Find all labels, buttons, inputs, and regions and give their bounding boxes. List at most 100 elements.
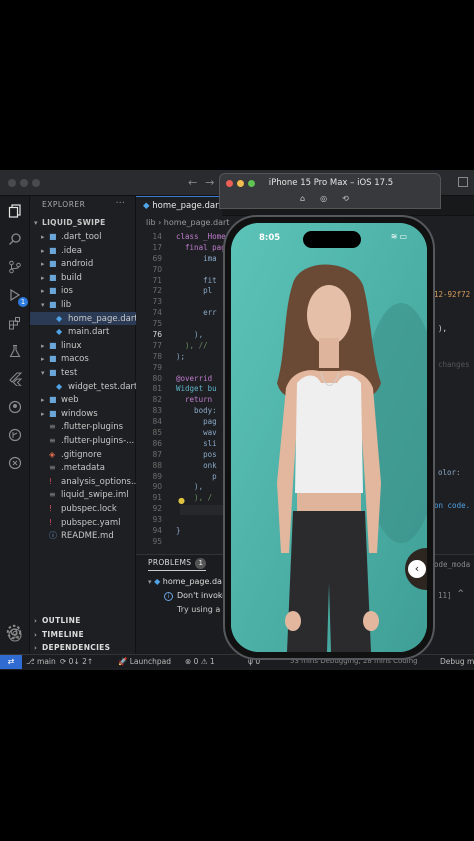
chevron-up-icon[interactable]: ^ xyxy=(458,589,463,599)
tree-item[interactable]: ≡ liquid_swipe.iml xyxy=(30,488,136,501)
outline-section[interactable]: › OUTLINE xyxy=(30,614,136,627)
outline-label: OUTLINE xyxy=(42,616,81,625)
tree-item[interactable]: ◆ main.dart xyxy=(30,325,136,338)
tree-item[interactable]: ≡ .flutter-plugins xyxy=(30,420,136,433)
tree-item[interactable]: ▸ ■ web xyxy=(30,393,136,406)
tree-item[interactable]: ≡ .metadata xyxy=(30,461,136,474)
timeline-label: TIMELINE xyxy=(42,630,84,639)
tree-item[interactable]: ▾ ■ lib xyxy=(30,298,136,311)
line-number: 72 xyxy=(152,286,162,296)
explorer-icon[interactable] xyxy=(6,202,24,220)
line-number: 84 xyxy=(152,417,162,427)
tree-item[interactable]: ◆ widget_test.dart xyxy=(30,380,138,393)
minimize-window-button[interactable] xyxy=(20,179,28,187)
folder-icon: ■ xyxy=(49,340,57,350)
dart-file-icon: ◆ xyxy=(56,327,63,337)
problem-item[interactable]: i Don't invoke xyxy=(164,591,227,601)
tree-item[interactable]: ▸ ■ ios xyxy=(30,284,136,297)
tree-item-label: analysis_options... xyxy=(61,476,140,487)
github-icon[interactable] xyxy=(6,398,24,416)
remote-indicator-icon[interactable]: ⇄ xyxy=(0,655,22,669)
problems-tab[interactable]: PROBLEMS 1 xyxy=(148,558,207,569)
tree-item[interactable]: ▸ ■ .idea xyxy=(30,244,136,257)
workspace-root[interactable]: ▾ LIQUID_SWIPE xyxy=(30,216,136,229)
nav-arrows[interactable]: ←→ xyxy=(188,176,222,189)
flutter-icon[interactable] xyxy=(6,370,24,388)
chevron-right-icon: ▸ xyxy=(41,233,45,241)
tree-item-label: macos xyxy=(61,354,89,365)
sync-label: 0↓ 2↑ xyxy=(68,657,94,666)
more-actions-icon[interactable]: ··· xyxy=(115,198,125,209)
chevron-down-icon: ▾ xyxy=(41,301,45,309)
lightbulb-icon[interactable]: ● xyxy=(178,496,185,505)
problem-message: Don't invoke xyxy=(177,591,228,600)
folder-icon: ■ xyxy=(49,286,57,296)
settings-gear-icon[interactable] xyxy=(5,623,25,643)
timeline-section[interactable]: › TIMELINE xyxy=(30,628,136,641)
dependencies-section[interactable]: › DEPENDENCIES xyxy=(30,641,136,654)
line-number: 75 xyxy=(152,319,162,329)
git-graph-icon[interactable] xyxy=(6,426,24,444)
iphone-frame: 8:05 ≋▭ ‹ xyxy=(223,215,435,660)
tree-item[interactable]: ▸ ■ .dart_tool xyxy=(30,230,136,243)
screenshot-icon[interactable]: ◎ xyxy=(320,194,342,203)
sync-status[interactable]: ⟳ 0↓ 2↑ xyxy=(60,655,93,668)
zoom-window-button[interactable] xyxy=(32,179,40,187)
tree-item-label: .idea xyxy=(61,245,82,256)
dart-file-icon: ◆ xyxy=(56,313,63,323)
chevron-left-icon[interactable]: ‹ xyxy=(408,560,426,578)
problem-file-row[interactable]: ▾ ◆ home_page.da xyxy=(148,577,222,586)
problem-file-label: home_page.da xyxy=(162,577,222,586)
tree-item[interactable]: ◆ home_page.dart xyxy=(30,311,138,325)
remote-explorer-icon[interactable] xyxy=(6,454,24,472)
breadcrumb[interactable]: lib › home_page.dart xyxy=(146,218,229,227)
tree-item[interactable]: ▸ ■ build xyxy=(30,271,136,284)
tree-item-label: pubspec.yaml xyxy=(61,517,121,528)
launchpad-label: Launchpad xyxy=(129,657,172,666)
git-file-icon: ◈ xyxy=(49,449,56,459)
close-window-button[interactable] xyxy=(8,179,16,187)
phone-screen[interactable]: 8:05 ≋▭ ‹ xyxy=(231,223,427,652)
line-number: 73 xyxy=(152,297,162,307)
tree-item[interactable]: ▸ ■ linux xyxy=(30,339,136,352)
current-line-highlight xyxy=(180,505,224,515)
problems-status[interactable]: ⊗ 0 ⚠ 1 xyxy=(185,655,215,668)
tree-item[interactable]: ▸ ■ macos xyxy=(30,352,136,365)
rotate-icon[interactable]: ⟲ xyxy=(342,194,364,203)
tree-item[interactable]: ! analysis_options... xyxy=(30,475,140,488)
testing-flask-icon[interactable] xyxy=(6,342,24,360)
line-number: 78 xyxy=(152,351,162,361)
line-number: 80 xyxy=(152,373,162,383)
tree-item[interactable]: ▾ ■ test xyxy=(30,366,136,379)
line-number: 17 xyxy=(152,242,162,252)
problems-count-badge: 1 xyxy=(195,558,207,569)
explorer-header: EXPLORER xyxy=(42,200,86,209)
home-icon[interactable]: ⌂ xyxy=(300,194,320,203)
debug-status[interactable]: Debug my xyxy=(440,655,474,668)
launchpad-status[interactable]: 🚀 Launchpad xyxy=(118,655,171,668)
chevron-right-icon: ▸ xyxy=(41,396,45,405)
chevron-right-icon: ▸ xyxy=(41,409,45,418)
layout-toggle-icon[interactable] xyxy=(458,177,468,187)
tree-item-label: .gitignore xyxy=(61,449,102,460)
search-icon[interactable] xyxy=(6,230,24,248)
tree-item[interactable]: ! pubspec.lock xyxy=(30,502,136,515)
line-number: 88 xyxy=(152,460,162,470)
tree-item[interactable]: ⓘ README.md xyxy=(30,529,136,542)
tree-item[interactable]: ▸ ■ windows xyxy=(30,407,136,420)
tree-item[interactable]: ! pubspec.yaml xyxy=(30,516,136,529)
tab-home-page-dart[interactable]: ◆ home_page.dart xyxy=(136,196,222,216)
source-control-icon[interactable] xyxy=(6,258,24,276)
extensions-icon[interactable] xyxy=(6,314,24,332)
run-debug-icon[interactable]: 1 xyxy=(6,286,28,307)
tree-item[interactable]: ≡ .flutter-plugins-... xyxy=(30,434,136,447)
tree-item[interactable]: ◈ .gitignore xyxy=(30,448,136,461)
tab-label: home_page.dart xyxy=(152,201,222,211)
yaml-file-icon: ! xyxy=(49,504,53,513)
line-number: 83 xyxy=(152,406,162,416)
chevron-right-icon: ▸ xyxy=(41,273,45,282)
branch-status[interactable]: ⎇ main xyxy=(26,655,56,668)
folder-open-icon: ■ xyxy=(49,300,57,309)
tree-item-label: widget_test.dart xyxy=(68,381,138,392)
tree-item[interactable]: ▸ ■ android xyxy=(30,257,136,270)
